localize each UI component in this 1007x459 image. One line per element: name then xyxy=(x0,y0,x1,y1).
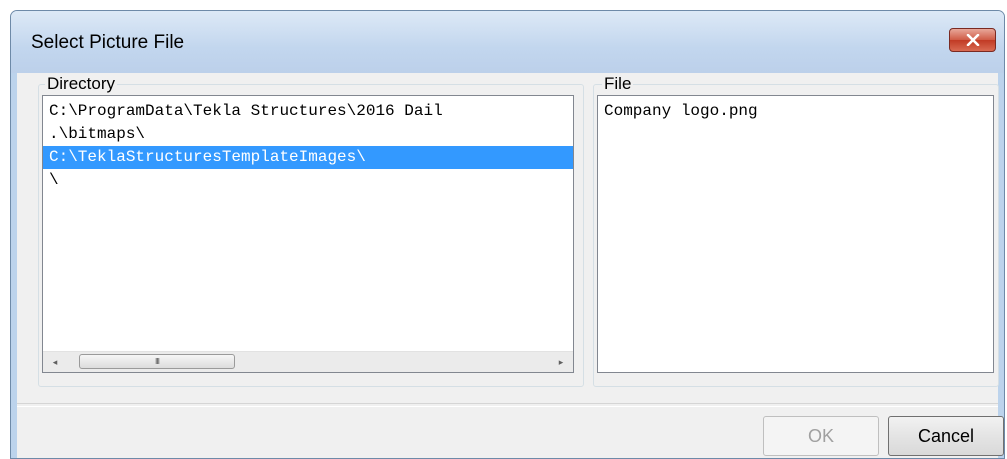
button-separator xyxy=(17,403,998,407)
file-listbox[interactable]: Company logo.png xyxy=(597,95,994,373)
directory-items: C:\ProgramData\Tekla Structures\2016 Dai… xyxy=(43,96,573,192)
file-items: Company logo.png xyxy=(598,96,993,123)
directory-item[interactable]: \ xyxy=(43,169,573,192)
directory-item[interactable]: C:\ProgramData\Tekla Structures\2016 Dai… xyxy=(43,100,573,123)
directory-label: Directory xyxy=(45,74,118,94)
file-item[interactable]: Company logo.png xyxy=(598,100,993,123)
horizontal-scrollbar[interactable]: ◂ III ▸ xyxy=(43,351,573,372)
dialog-title: Select Picture File xyxy=(31,32,185,53)
close-button[interactable] xyxy=(949,28,996,52)
directory-item[interactable]: .\bitmaps\ xyxy=(43,123,573,146)
file-label: File xyxy=(602,74,634,94)
close-x-icon xyxy=(966,34,979,46)
directory-listbox[interactable]: C:\ProgramData\Tekla Structures\2016 Dai… xyxy=(42,95,574,373)
scroll-left-arrow-icon[interactable]: ◂ xyxy=(45,352,65,372)
ok-button[interactable]: OK xyxy=(763,416,879,456)
cancel-button[interactable]: Cancel xyxy=(888,416,1004,456)
dialog-client-area: Directory C:\ProgramData\Tekla Structure… xyxy=(17,73,1004,458)
dialog-window: Select Picture File Directory C:\Program… xyxy=(10,10,1005,459)
scroll-grip-icon: III xyxy=(154,357,160,366)
scroll-thumb[interactable]: III xyxy=(79,354,235,369)
scroll-right-arrow-icon[interactable]: ▸ xyxy=(551,352,571,372)
title-bar[interactable]: Select Picture File xyxy=(11,11,1004,73)
directory-item[interactable]: C:\TeklaStructuresTemplateImages\ xyxy=(43,146,573,169)
